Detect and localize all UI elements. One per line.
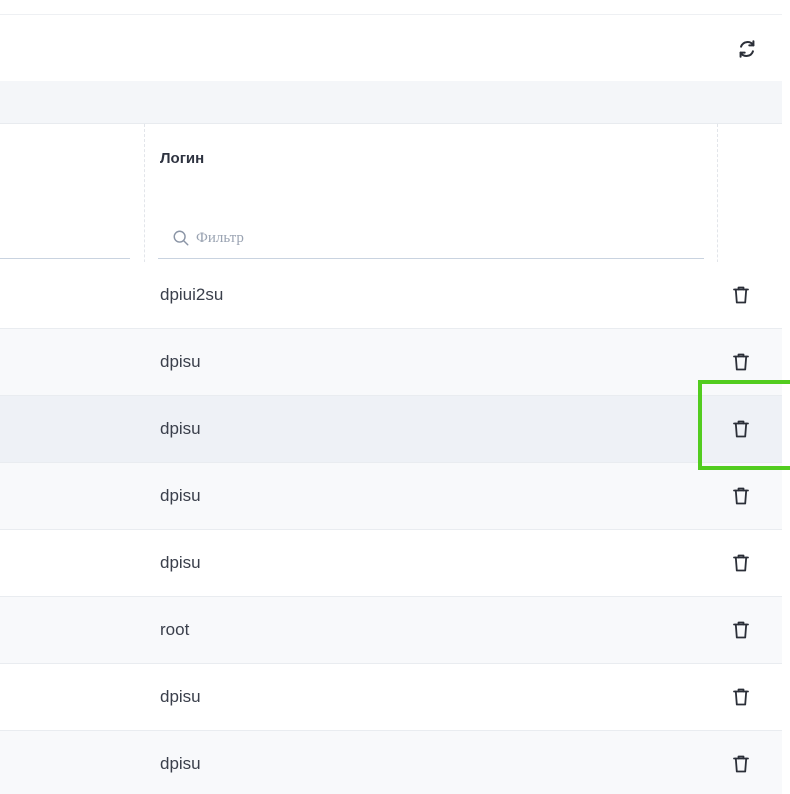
trash-icon xyxy=(733,286,749,304)
table-view: Логин dpiui2su dpisu dpisu xyxy=(0,0,790,794)
login-cell: dpisu xyxy=(160,687,201,706)
table-toolbar xyxy=(0,14,782,82)
login-filter-input[interactable] xyxy=(194,228,678,248)
table-row[interactable]: dpisu xyxy=(0,396,782,463)
trash-icon xyxy=(733,755,749,773)
table-body: dpiui2su dpisu dpisu dpisu dpisu root dp… xyxy=(0,262,782,794)
login-cell: dpiui2su xyxy=(160,285,224,304)
table-subheader-band xyxy=(0,81,782,124)
column-filter-underline xyxy=(0,258,130,259)
login-cell: dpisu xyxy=(160,486,201,505)
login-cell: root xyxy=(160,620,190,639)
trash-icon xyxy=(733,688,749,706)
delete-button[interactable] xyxy=(729,551,753,575)
delete-button[interactable] xyxy=(729,283,753,307)
table-row[interactable]: dpisu xyxy=(0,731,782,794)
refresh-button[interactable] xyxy=(734,36,760,62)
trash-icon xyxy=(733,353,749,371)
delete-button[interactable] xyxy=(729,417,753,441)
table-row[interactable]: dpisu xyxy=(0,329,782,396)
trash-icon xyxy=(733,554,749,572)
table-row[interactable]: dpiui2su xyxy=(0,262,782,329)
login-cell: dpisu xyxy=(160,553,201,572)
table-row[interactable]: root xyxy=(0,597,782,664)
search-icon xyxy=(172,228,192,248)
login-cell: dpisu xyxy=(160,352,201,371)
login-cell: dpisu xyxy=(160,419,201,438)
trash-icon xyxy=(733,621,749,639)
table-row[interactable]: dpisu xyxy=(0,463,782,530)
delete-button[interactable] xyxy=(729,752,753,776)
table-row[interactable]: dpisu xyxy=(0,530,782,597)
trash-icon xyxy=(733,420,749,438)
delete-button[interactable] xyxy=(729,484,753,508)
login-filter-field[interactable] xyxy=(158,218,704,259)
table-row[interactable]: dpisu xyxy=(0,664,782,731)
delete-button[interactable] xyxy=(729,685,753,709)
delete-button[interactable] xyxy=(729,350,753,374)
refresh-icon xyxy=(739,40,755,58)
trash-icon xyxy=(733,487,749,505)
login-cell: dpisu xyxy=(160,754,201,773)
delete-button[interactable] xyxy=(729,618,753,642)
column-header-login[interactable]: Логин xyxy=(160,150,204,167)
